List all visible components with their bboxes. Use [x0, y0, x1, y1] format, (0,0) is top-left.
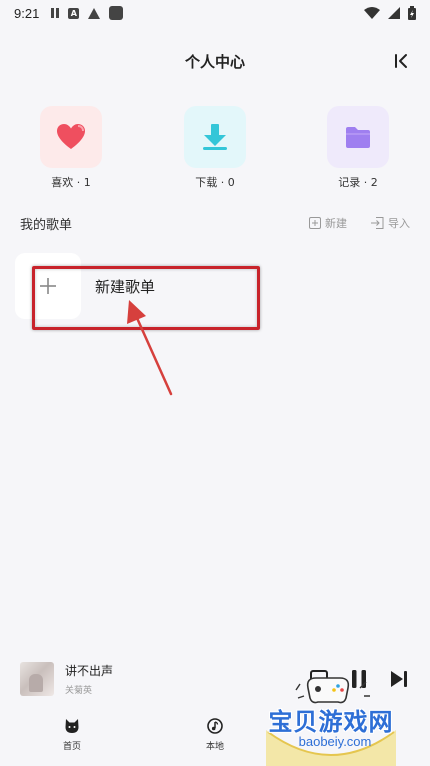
watermark-url: baobeiy.com: [298, 734, 372, 749]
nav-local[interactable]: 本地: [180, 718, 250, 752]
nav-local-label: 本地: [205, 742, 224, 752]
song-artist: 关菊英: [65, 686, 93, 696]
watermark: 宝贝游戏网 baobeiy.com: [256, 670, 406, 766]
album-cover: [20, 662, 54, 696]
music-note-icon: [207, 718, 223, 734]
song-info: 讲不出声 关菊英: [65, 662, 113, 696]
annotation-arrow: [127, 300, 173, 396]
nav-home-label: 首页: [62, 742, 81, 752]
watermark-text: 宝贝游戏网: [268, 708, 394, 736]
cat-icon: [65, 719, 79, 733]
nav-home[interactable]: 首页: [37, 718, 107, 752]
song-title: 讲不出声: [65, 664, 114, 678]
